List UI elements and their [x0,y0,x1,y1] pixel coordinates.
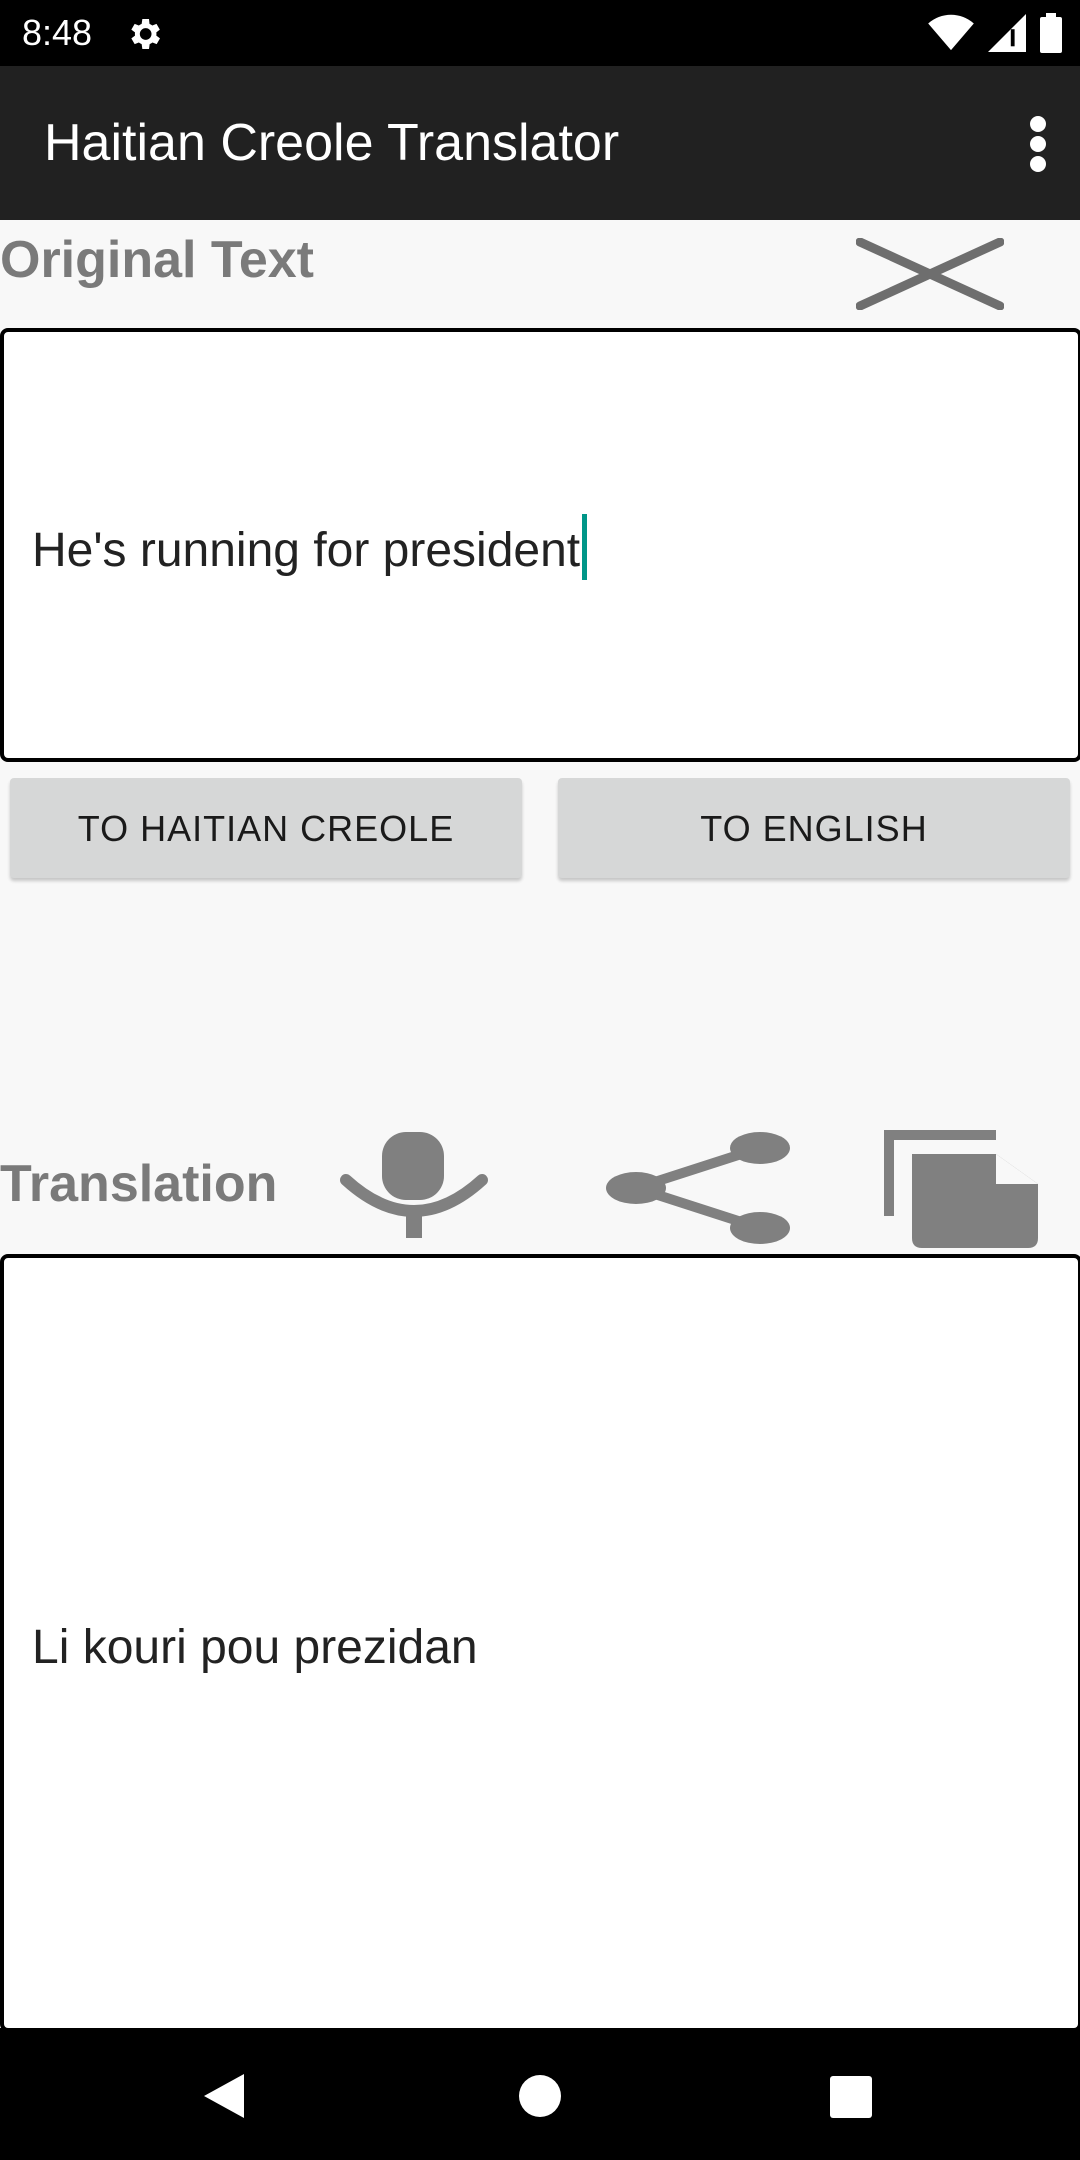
battery-icon [1040,13,1062,53]
close-icon[interactable] [856,238,1004,310]
settings-gear-icon [131,19,160,49]
text-cursor [582,514,588,580]
recents-icon[interactable] [830,2076,872,2118]
original-text-label: Original Text [0,231,314,289]
to-haitian-creole-button[interactable]: TO HAITIAN CREOLE [10,778,522,878]
translation-label: Translation [0,1155,278,1213]
cell-signal-icon [988,14,1026,52]
status-time: 8:48 [22,12,93,53]
navigation-bar [0,2028,1080,2160]
app-title: Haitian Creole Translator [44,114,620,172]
status-bar: 8:48 [0,0,1080,66]
share-icon[interactable] [604,1132,792,1246]
translation-output[interactable]: Li kouri pou prezidan [0,1254,1080,2032]
wifi-icon [928,14,974,51]
back-icon[interactable] [202,2072,246,2120]
to-english-button[interactable]: TO ENGLISH [558,778,1070,878]
app-bar: Haitian Creole Translator [0,66,1080,220]
home-icon[interactable] [518,2074,562,2118]
copy-icon[interactable] [878,1126,1042,1250]
translation-value: Li kouri pou prezidan [32,1621,478,1674]
original-text-value: He's running for president [32,524,581,577]
original-text-input[interactable]: He's running for president [0,328,1080,762]
more-vert-icon[interactable] [1026,116,1050,172]
speaker-icon[interactable] [340,1132,488,1240]
